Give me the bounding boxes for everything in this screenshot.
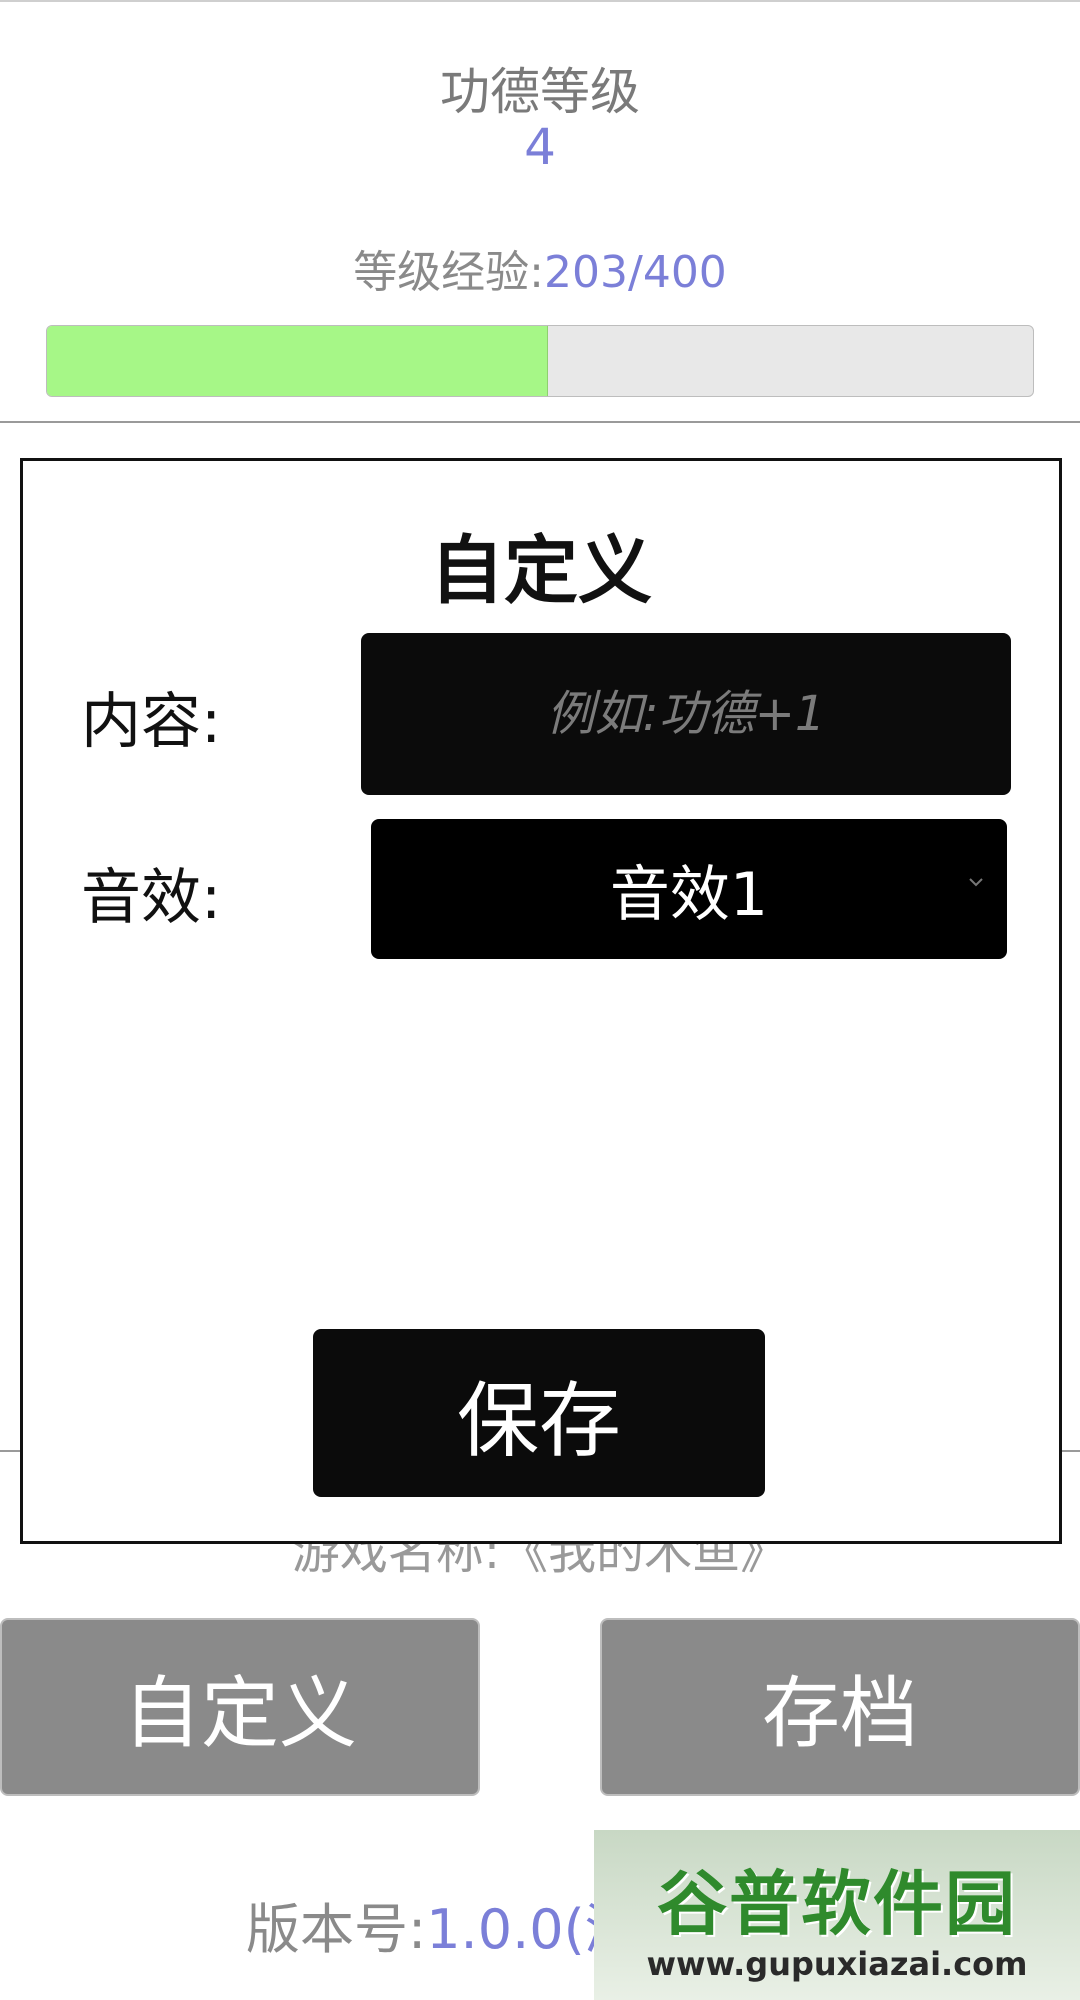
content-label: 内容: — [81, 687, 222, 757]
exp-value: 203/400 — [544, 247, 727, 298]
exp-progress-bar — [46, 325, 1034, 397]
divider-top — [0, 421, 1080, 423]
save-archive-button[interactable]: 存档 — [600, 1618, 1080, 1796]
custom-modal: 自定义 内容: 音效: 音效1 保存 — [20, 458, 1062, 1544]
watermark-url: www.gupuxiazai.com — [646, 1944, 1028, 1983]
sound-label: 音效: — [81, 863, 222, 933]
custom-button[interactable]: 自定义 — [0, 1618, 480, 1796]
level-title: 功德等级 — [440, 63, 640, 121]
content-input[interactable] — [361, 633, 1011, 795]
top-border — [0, 0, 1080, 2]
sound-select-value: 音效1 — [609, 859, 769, 930]
watermark-logo: 谷普软件园 www.gupuxiazai.com — [594, 1830, 1080, 2000]
save-button[interactable]: 保存 — [313, 1329, 765, 1497]
sound-select[interactable]: 音效1 — [371, 819, 1007, 959]
modal-title: 自定义 — [430, 528, 652, 614]
version-label: 版本号: — [246, 1898, 427, 1961]
exp-line: 等级经验:203/400 — [0, 236, 1080, 300]
exp-progress-fill — [47, 326, 549, 396]
level-value: 4 — [524, 118, 556, 176]
exp-label: 等级经验: — [353, 247, 545, 298]
watermark-title: 谷普软件园 — [657, 1862, 1017, 1945]
chevron-down-icon — [969, 878, 983, 887]
